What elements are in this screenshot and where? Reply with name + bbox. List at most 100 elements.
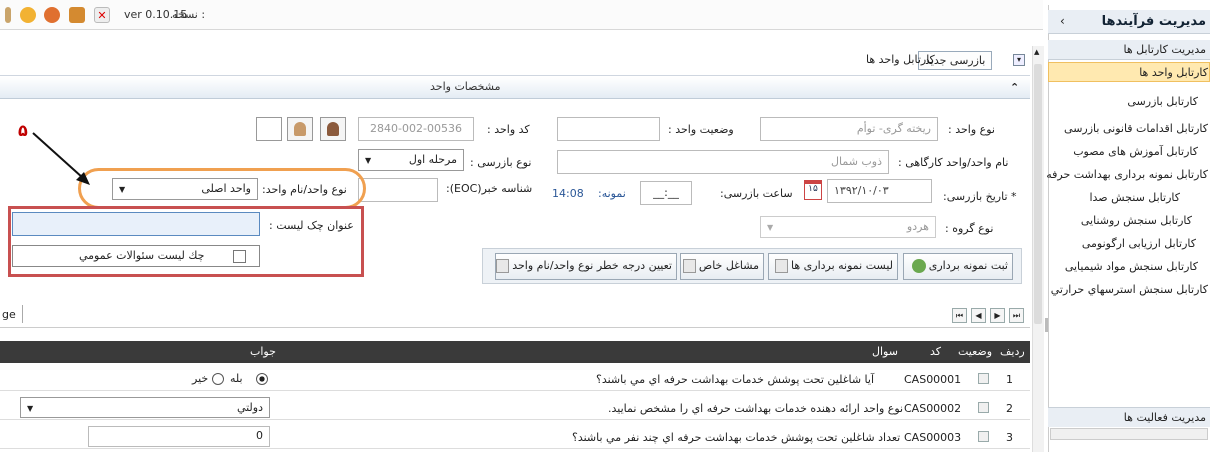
answer-yes-radio[interactable]	[256, 373, 268, 385]
eoc-field[interactable]	[358, 178, 438, 202]
sidebar-item-label[interactable]: کارتابل نمونه برداری بهداشت حرفه	[1046, 168, 1208, 181]
person-search-button[interactable]	[320, 117, 346, 141]
collapse-sidebar-icon[interactable]: ‹	[1060, 14, 1065, 28]
sample-label: نمونه:	[598, 187, 626, 200]
answer-yes-label[interactable]: بله	[230, 372, 243, 385]
annotation-arrow	[32, 132, 90, 185]
close-doc-icon[interactable]: ✕	[94, 7, 110, 23]
question-text: نوع واحد ارائه دهنده خدمات بهداشت حرفه ا…	[608, 402, 904, 415]
chevron-down-icon: ▼	[767, 223, 774, 232]
sidebar-item-label[interactable]: کارتابل ارزیابی ارگونومی	[1082, 237, 1196, 250]
top-toolbar: ✕ ver 0.10.15 : نسخه	[0, 0, 1043, 30]
app-icon[interactable]	[5, 7, 11, 23]
question-text: تعداد شاغلين تحت پوشش خدمات بهداشت حرفه …	[572, 431, 901, 444]
sidebar-item-label[interactable]: کارتابل آموزش های مصوب	[1073, 145, 1198, 158]
col-question[interactable]: سوال	[872, 345, 898, 358]
book-icon[interactable]	[69, 7, 85, 23]
list-icon	[775, 259, 788, 273]
sidebar-item-label[interactable]: کارتابل سنجش روشنایی	[1081, 214, 1192, 227]
sidebar-title: مدیریت فرآیندها	[1101, 14, 1206, 29]
inspection-date-field[interactable]: ۱۳۹۲/۱۰/۰۳	[827, 179, 932, 203]
question-text: آيا شاغلين تحت پوشش خدمات بهداشت حرفه اي…	[596, 373, 875, 386]
group-type-select[interactable]: هردو ▼	[760, 216, 936, 238]
inspection-type-value: مرحله اول	[408, 153, 457, 166]
unit-code-label: کد واحد :	[487, 123, 530, 136]
question-code: CAS00002	[904, 402, 962, 415]
scrollbar-thumb[interactable]	[1034, 64, 1042, 324]
smiley-icon[interactable]	[44, 7, 60, 23]
status-checkbox[interactable]	[978, 402, 989, 413]
inspection-time-label: ساعت بازرسی:	[720, 187, 793, 200]
collapse-icon[interactable]: ⌃	[1010, 81, 1019, 94]
unit-type-label: نوع واحد :	[948, 123, 995, 136]
col-code[interactable]: کد	[930, 345, 941, 358]
next-page-icon[interactable]: ▶	[990, 308, 1005, 323]
col-answer[interactable]: جواب	[250, 345, 276, 358]
special-jobs-button[interactable]: مشاغل خاص	[680, 253, 764, 280]
col-row[interactable]: ردیف	[1000, 345, 1025, 358]
sidebar-section[interactable]: مدیریت کارتابل ها	[1048, 40, 1210, 60]
group-type-label: نوع گروه :	[945, 222, 994, 235]
tab-unit-cartable[interactable]: کارتابل واحد ها	[860, 51, 941, 70]
workshop-name-field[interactable]: ذوب شمال	[557, 150, 889, 174]
sidebar-item-label[interactable]: کارتابل اقدامات قانونی بازرسی	[1064, 122, 1208, 135]
tab-menu-icon[interactable]: ▾	[1013, 54, 1025, 66]
unit-code-field[interactable]: 2840-002-00536	[358, 117, 474, 141]
sidebar-item-label[interactable]: کارتابل سنجش استرسهاي حرارتي	[1051, 283, 1208, 296]
person-icon	[327, 122, 339, 136]
inspection-time-field[interactable]: __:__	[640, 181, 692, 205]
unit-status-field[interactable]	[557, 117, 660, 141]
calendar-icon[interactable]: ۱۵	[804, 180, 822, 200]
inspection-date-label: * تاریخ بازرسی:	[943, 190, 1017, 203]
sidebar-section[interactable]: مدیریت فعالیت ها	[1048, 407, 1210, 427]
risk-level-button-label: تعیین درجه خطر نوع واحد/نام واحد	[512, 259, 672, 272]
sampling-list-button[interactable]: لیست نمونه برداری ها	[768, 253, 898, 280]
sample-value: 14:08	[552, 187, 584, 200]
unit-type-field[interactable]: ریخته گری- توأم	[760, 117, 938, 141]
sidebar-section-label: مدیریت کارتابل ها	[1123, 43, 1206, 56]
risk-level-button[interactable]: تعیین درجه خطر نوع واحد/نام واحد	[495, 253, 677, 280]
list-icon	[496, 259, 510, 273]
answer-no-radio[interactable]	[212, 373, 224, 385]
sidebar-item-label[interactable]: کارتابل واحد ها	[1139, 66, 1208, 79]
table-row[interactable]: 2 CAS00002 نوع واحد ارائه دهنده خدمات به…	[0, 396, 1030, 420]
last-page-icon[interactable]: ⏮	[952, 308, 967, 323]
highlight-box	[8, 206, 364, 277]
question-code: CAS00003	[904, 431, 962, 444]
highlight-oval	[78, 168, 366, 209]
sampling-button[interactable]: ثبت نمونه برداری	[903, 253, 1013, 280]
question-code: CAS00001	[904, 373, 962, 386]
sidebar-item-label[interactable]: کارتابل بازرسی	[1127, 95, 1198, 108]
table-row[interactable]: 3 CAS00003 تعداد شاغلين تحت پوشش خدمات ب…	[0, 425, 1030, 449]
person-add-icon	[294, 122, 306, 136]
answer-select[interactable]: دولتي ▼	[20, 397, 270, 418]
inspection-type-select[interactable]: مرحله اول ▼	[358, 149, 464, 171]
answer-select-value: دولتي	[236, 401, 263, 414]
answer-number-input[interactable]: 0	[88, 426, 270, 447]
version-label: : نسخه	[172, 8, 206, 21]
group-type-value: هردو	[906, 220, 929, 233]
pager-bar: ge	[0, 300, 1030, 328]
answer-no-label[interactable]: خير	[192, 372, 208, 385]
splitter-handle[interactable]	[1045, 318, 1048, 332]
sampling-list-button-label: لیست نمونه برداری ها	[791, 259, 893, 272]
horizontal-scrollbar[interactable]	[1050, 428, 1208, 440]
row-number: 1	[1006, 373, 1013, 386]
blank-button[interactable]	[256, 117, 282, 141]
table-row[interactable]: 1 CAS00001 آيا شاغلين تحت پوشش خدمات بهد…	[0, 367, 1030, 391]
person-add-button[interactable]	[287, 117, 313, 141]
col-status[interactable]: وضعیت	[958, 345, 992, 358]
status-checkbox[interactable]	[978, 373, 989, 384]
scroll-up-icon[interactable]: ▲	[1034, 48, 1039, 56]
unit-status-label: وضعیت واحد :	[668, 123, 734, 136]
user-icon[interactable]	[20, 7, 36, 23]
first-page-icon[interactable]: ⏭	[1009, 308, 1024, 323]
sidebar-item-label[interactable]: کارتابل سنجش صدا	[1089, 191, 1180, 204]
prev-page-icon[interactable]: ◀	[971, 308, 986, 323]
workshop-name-label: نام واحد/واحد کارگاهی :	[898, 156, 1009, 169]
sampling-button-label: ثبت نمونه برداری	[928, 259, 1008, 272]
section-header: مشخصات واحد ⌃	[0, 77, 1030, 99]
sidebar-item-label[interactable]: کارتابل سنجش مواد شیمیایی	[1065, 260, 1198, 273]
annotation-number: ۵	[18, 121, 28, 140]
status-checkbox[interactable]	[978, 431, 989, 442]
